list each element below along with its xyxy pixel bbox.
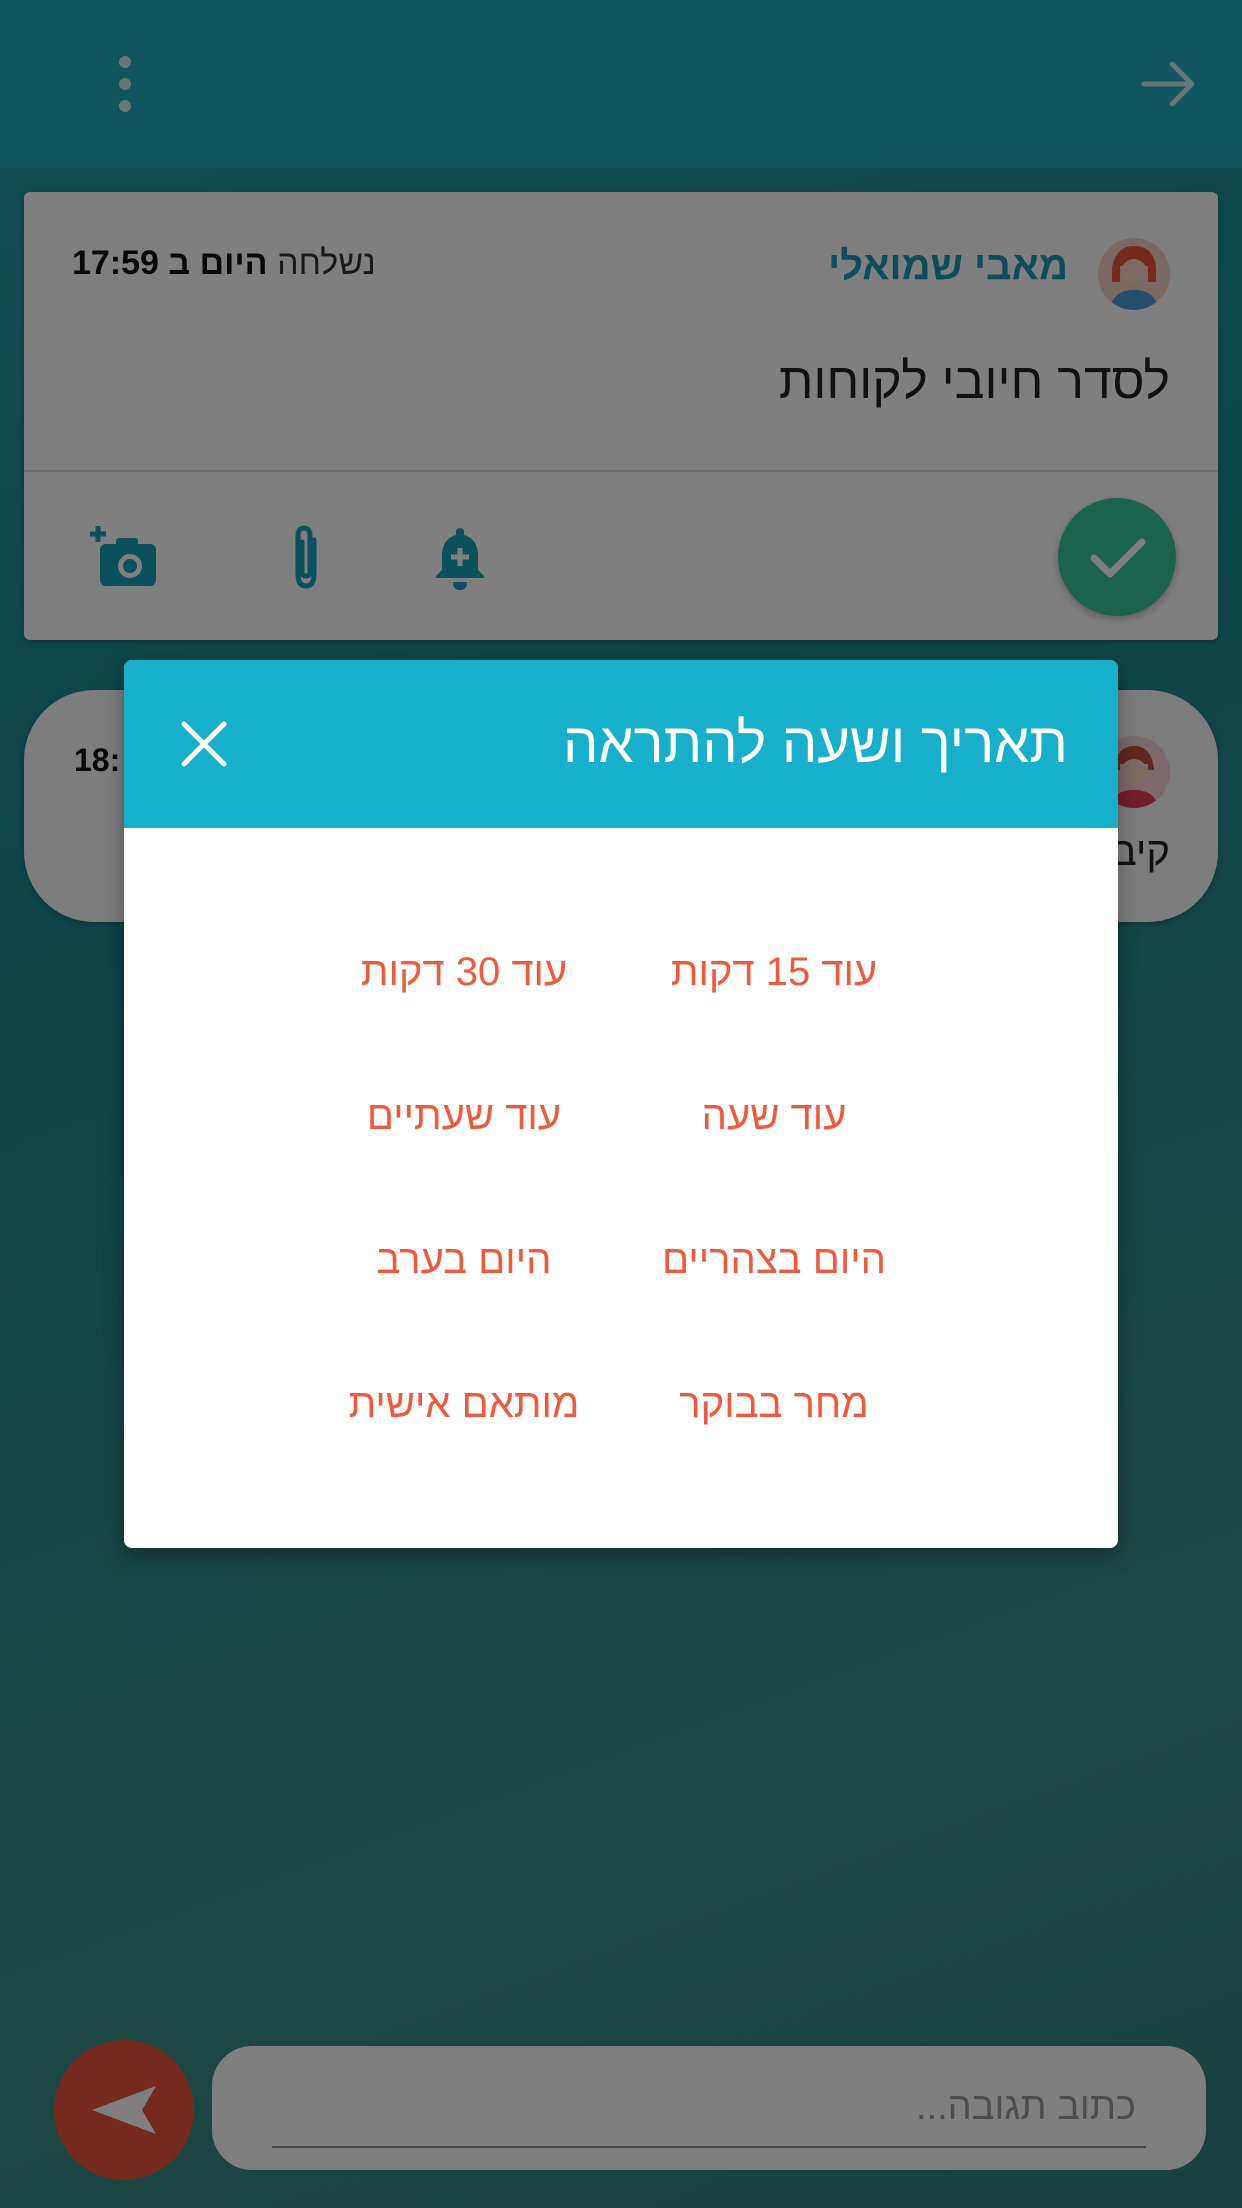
option-today-noon[interactable]: היום בצהריים <box>614 1238 934 1283</box>
option-two-hours[interactable]: עוד שעתיים <box>304 1094 624 1139</box>
option-today-evening[interactable]: היום בערב <box>304 1238 624 1283</box>
close-icon[interactable] <box>176 716 232 772</box>
option-custom[interactable]: מותאם אישית <box>304 1382 624 1427</box>
option-15-minutes[interactable]: עוד 15 דקות <box>614 950 934 995</box>
option-tomorrow-morning[interactable]: מחר בבוקר <box>614 1382 934 1427</box>
dialog-header: תאריך ושעה להתראה <box>124 660 1118 828</box>
option-30-minutes[interactable]: עוד 30 דקות <box>304 950 624 995</box>
option-one-hour[interactable]: עוד שעה <box>614 1094 934 1139</box>
dialog-title: תאריך ושעה להתראה <box>562 711 1068 774</box>
reminder-dialog: תאריך ושעה להתראה עוד 15 דקות עוד 30 דקו… <box>124 660 1118 1548</box>
